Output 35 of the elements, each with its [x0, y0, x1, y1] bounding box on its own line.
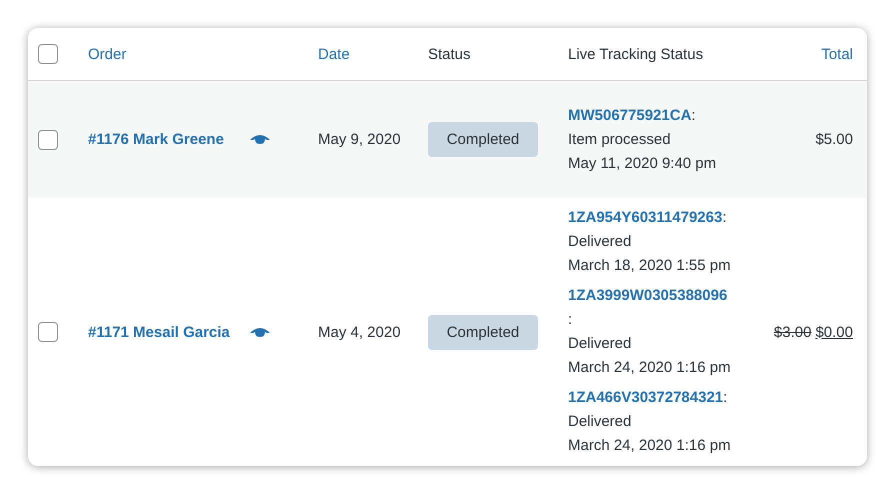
column-header: Live Tracking Status — [568, 46, 704, 62]
tracking-status: Delivered — [568, 232, 632, 252]
eye-icon[interactable] — [250, 134, 270, 145]
customer-order-link[interactable]: #1176 Mark Greene — [88, 131, 224, 148]
tracking-time: May 11, 2020 9:40 pm — [568, 154, 716, 174]
order-date: May 9, 2020 — [318, 131, 401, 148]
eye-icon[interactable] — [250, 326, 270, 338]
tracking-status: Delivered — [568, 334, 632, 354]
tracking-number-link[interactable]: 1ZA954Y60311479263 — [568, 209, 722, 226]
order-date: May 4, 2020 — [318, 324, 401, 340]
status-badge: Completed — [428, 122, 538, 157]
tracking-number-link[interactable]: 1ZA3999W0305388096 — [568, 287, 728, 304]
separator-text: : — [723, 389, 728, 406]
tracking-time: March 24, 2020 1:16 pm — [568, 436, 731, 456]
tracking-status: Delivered — [568, 412, 632, 432]
checkbox[interactable] — [38, 322, 58, 342]
order-total: $5.00 — [815, 131, 853, 148]
tracking-number-link[interactable]: MW506775921CA — [568, 106, 692, 124]
column-sort-link[interactable]: Total — [821, 46, 853, 62]
separator-text: : — [568, 311, 572, 328]
order-total: $0.00 — [815, 324, 853, 340]
separator-text: : — [722, 209, 726, 226]
customer-order-link[interactable]: #1171 Mesail Garcia — [88, 324, 230, 340]
tracking-status: Item processed — [568, 130, 672, 150]
column-header: Status — [428, 46, 471, 62]
tracking-time: March 18, 2020 1:55 pm — [568, 256, 731, 276]
status-badge: Completed — [428, 314, 538, 350]
checkbox[interactable] — [38, 44, 58, 64]
column-sort-link[interactable]: Order — [88, 46, 126, 62]
order-total: $3.00 — [774, 324, 812, 340]
checkbox[interactable] — [38, 130, 58, 150]
tracking-time: March 24, 2020 1:16 pm — [568, 358, 731, 378]
column-sort-link[interactable]: Date — [318, 46, 350, 62]
separator-text: : — [691, 106, 696, 124]
tracking-number-link[interactable]: 1ZA466V30372784321 — [568, 389, 724, 406]
